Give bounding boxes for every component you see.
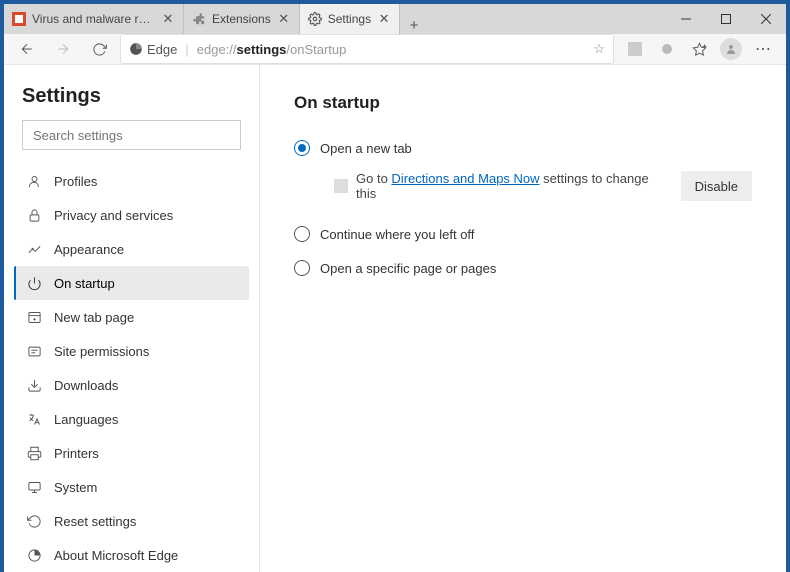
radio-label: Continue where you left off (320, 227, 474, 242)
close-icon[interactable]: ✕ (161, 12, 175, 26)
toolbar-right: ⋯ (620, 34, 778, 64)
sidebar-item-label: Downloads (54, 378, 118, 393)
radio-label: Open a specific page or pages (320, 261, 496, 276)
search-input[interactable] (22, 120, 241, 150)
refresh-button[interactable] (84, 34, 114, 64)
url-scheme: edge:// (197, 42, 237, 57)
main-panel: On startup Open a new tab Go to Directio… (260, 65, 786, 572)
power-icon (26, 275, 42, 291)
extension-logo-icon (334, 179, 348, 193)
sidebar-item-permissions[interactable]: Site permissions (14, 334, 249, 368)
sidebar-item-printers[interactable]: Printers (14, 436, 249, 470)
settings-nav: Profiles Privacy and services Appearance… (4, 160, 259, 572)
sidebar-item-reset[interactable]: Reset settings (14, 504, 249, 538)
extensions-icon (192, 12, 206, 26)
person-icon (26, 173, 42, 189)
sidebar-item-label: Languages (54, 412, 118, 427)
sidebar-item-profiles[interactable]: Profiles (14, 164, 249, 198)
search-wrapper (22, 120, 241, 150)
disable-button[interactable]: Disable (681, 171, 752, 201)
sidebar-item-label: Privacy and services (54, 208, 173, 223)
sidebar-item-label: Profiles (54, 174, 97, 189)
notice-prefix: Go to (356, 171, 391, 186)
favorite-icon[interactable]: ☆ (593, 41, 605, 57)
page-title: Settings (4, 85, 259, 120)
edge-brand-icon: Edge (129, 42, 177, 57)
content-area: Settings Profiles Privacy and services A… (4, 65, 786, 572)
reset-icon (26, 513, 42, 529)
sidebar-item-label: Printers (54, 446, 99, 461)
tab-0[interactable]: Virus and malware removal instr ✕ (4, 4, 184, 34)
printer-icon (26, 445, 42, 461)
brand-label: Edge (147, 42, 177, 57)
sidebar-item-newtab[interactable]: New tab page (14, 300, 249, 334)
new-tab-button[interactable]: + (400, 17, 428, 34)
toolbar: Edge | edge://settings/onStartup ☆ ⋯ (4, 34, 786, 65)
radio-specific-page[interactable]: Open a specific page or pages (294, 251, 752, 285)
sidebar-item-label: Reset settings (54, 514, 136, 529)
radio-icon (294, 260, 310, 276)
settings-sidebar: Settings Profiles Privacy and services A… (4, 65, 260, 572)
sidebar-item-label: About Microsoft Edge (54, 548, 178, 563)
profile-button[interactable] (716, 34, 746, 64)
radio-continue[interactable]: Continue where you left off (294, 217, 752, 251)
sidebar-item-label: New tab page (54, 310, 134, 325)
divider: | (185, 42, 188, 57)
titlebar: Virus and malware removal instr ✕ Extens… (4, 4, 786, 34)
pcrisk-icon (12, 12, 26, 26)
sidebar-item-label: Site permissions (54, 344, 149, 359)
system-icon (26, 479, 42, 495)
favorites-button[interactable] (684, 34, 714, 64)
extension-2-icon[interactable] (652, 34, 682, 64)
extension-1-icon[interactable] (620, 34, 650, 64)
tab-label: Settings (328, 12, 371, 26)
sidebar-item-privacy[interactable]: Privacy and services (14, 198, 249, 232)
url-path: /onStartup (286, 42, 346, 57)
radio-icon (294, 226, 310, 242)
more-button[interactable]: ⋯ (748, 34, 778, 64)
newtab-icon (26, 309, 42, 325)
extension-link[interactable]: Directions and Maps Now (391, 171, 539, 186)
download-icon (26, 377, 42, 393)
window-controls (666, 4, 786, 34)
permissions-icon (26, 343, 42, 359)
close-icon[interactable]: ✕ (277, 12, 291, 26)
sidebar-item-label: Appearance (54, 242, 124, 257)
edge-icon (26, 547, 42, 563)
sidebar-item-label: System (54, 480, 97, 495)
sidebar-item-onstartup[interactable]: On startup (14, 266, 249, 300)
sidebar-item-appearance[interactable]: Appearance (14, 232, 249, 266)
sidebar-item-system[interactable]: System (14, 470, 249, 504)
radio-label: Open a new tab (320, 141, 412, 156)
avatar-icon (720, 38, 742, 60)
address-bar[interactable]: Edge | edge://settings/onStartup ☆ (120, 34, 614, 64)
sidebar-item-about[interactable]: About Microsoft Edge (14, 538, 249, 572)
tab-label: Virus and malware removal instr (32, 12, 155, 26)
section-heading: On startup (294, 93, 752, 113)
extension-notice: Go to Directions and Maps Now settings t… (294, 165, 752, 217)
lock-icon (26, 207, 42, 223)
language-icon (26, 411, 42, 427)
url-host: settings (237, 42, 287, 57)
tab-label: Extensions (212, 12, 271, 26)
maximize-button[interactable] (706, 4, 746, 34)
sidebar-item-label: On startup (54, 276, 115, 291)
appearance-icon (26, 241, 42, 257)
tab-2[interactable]: Settings ✕ (300, 4, 400, 34)
close-icon[interactable]: ✕ (377, 12, 391, 26)
back-button[interactable] (12, 34, 42, 64)
sidebar-item-downloads[interactable]: Downloads (14, 368, 249, 402)
gear-icon (308, 12, 322, 26)
minimize-button[interactable] (666, 4, 706, 34)
tab-1[interactable]: Extensions ✕ (184, 4, 300, 34)
forward-button[interactable] (48, 34, 78, 64)
radio-open-new-tab[interactable]: Open a new tab (294, 131, 752, 165)
url-text: edge://settings/onStartup (197, 42, 586, 57)
close-window-button[interactable] (746, 4, 786, 34)
radio-icon (294, 140, 310, 156)
notice-text: Go to Directions and Maps Now settings t… (356, 171, 665, 201)
browser-window: Virus and malware removal instr ✕ Extens… (4, 4, 786, 527)
tab-strip: Virus and malware removal instr ✕ Extens… (4, 4, 666, 34)
sidebar-item-languages[interactable]: Languages (14, 402, 249, 436)
